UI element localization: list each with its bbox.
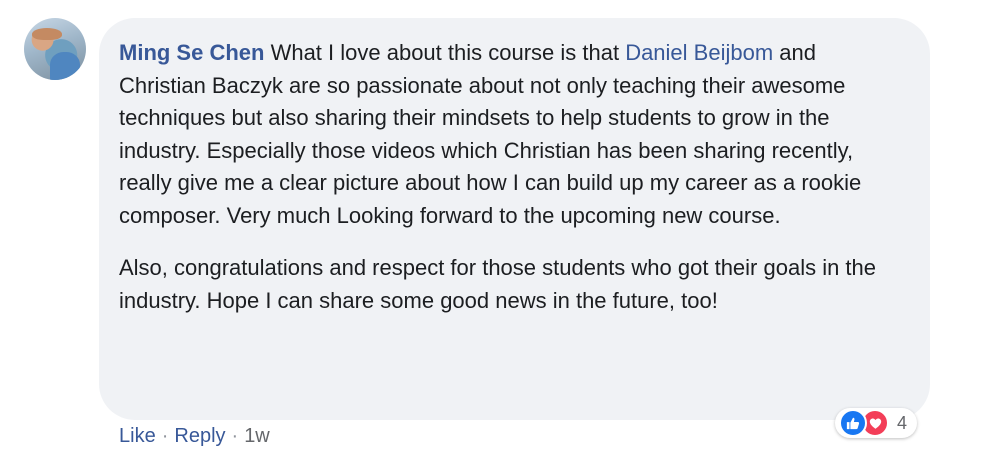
comment-author[interactable]: Ming Se Chen	[119, 40, 264, 65]
comment-text-intro: What I love about this course is that	[264, 40, 626, 65]
comment-timestamp[interactable]: 1w	[244, 425, 270, 448]
reactions-summary[interactable]: 4	[835, 408, 918, 438]
comment-text: Ming Se Chen What I love about this cour…	[119, 37, 900, 232]
comment-bubble: Ming Se Chen What I love about this cour…	[99, 18, 930, 420]
reaction-count: 4	[897, 412, 908, 433]
comment-paragraph-2: Also, congratulations and respect for th…	[119, 255, 877, 313]
avatar-figure	[50, 52, 80, 80]
like-button[interactable]: Like	[119, 425, 156, 448]
mention-link[interactable]: Daniel Beijbom	[625, 40, 773, 65]
like-icon	[839, 409, 867, 437]
reply-button[interactable]: Reply	[174, 425, 225, 448]
separator: ·	[161, 425, 169, 447]
comment-actions: Like · Reply · 1w	[119, 425, 270, 448]
avatar-hat	[32, 28, 62, 40]
separator: ·	[231, 425, 239, 447]
comment-text-body: and Christian Baczyk are so passionate a…	[119, 40, 862, 228]
avatar[interactable]	[24, 18, 86, 80]
